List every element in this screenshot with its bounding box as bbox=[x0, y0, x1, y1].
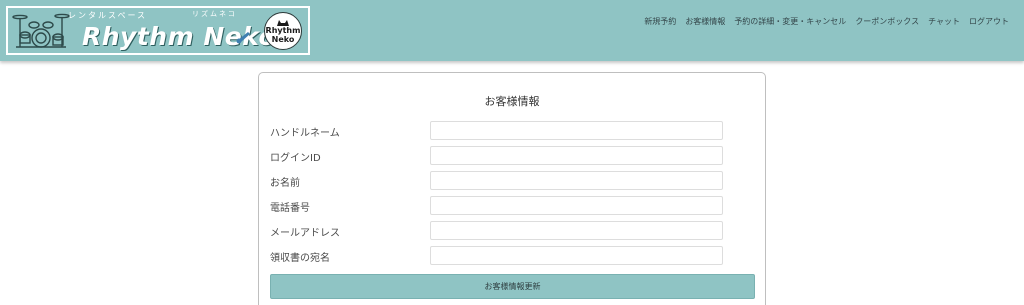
name-label: お名前 bbox=[270, 178, 300, 189]
phone-label: 電話番号 bbox=[270, 203, 310, 214]
site-header: レンタルスペース リズムネコ Rhythm Neko Rhythm Neko 新… bbox=[0, 0, 1024, 61]
logo-badge-line2: Neko bbox=[271, 35, 295, 44]
name-input[interactable] bbox=[430, 171, 723, 190]
nav-customer-info[interactable]: お客様情報 bbox=[685, 16, 725, 27]
logo-badge-line1: Rhythm bbox=[265, 26, 301, 35]
drum-kit-icon bbox=[12, 13, 70, 48]
login-id-input[interactable] bbox=[430, 146, 723, 165]
email-input[interactable] bbox=[430, 221, 723, 240]
logo-ruby: リズムネコ bbox=[192, 10, 237, 18]
nav-reservation-details[interactable]: 予約の詳細・変更・キャンセル bbox=[734, 16, 846, 27]
nav-logout[interactable]: ログアウト bbox=[969, 16, 1009, 27]
main-nav: 新規予約 お客様情報 予約の詳細・変更・キャンセル クーポンボックス チャット … bbox=[644, 16, 1009, 27]
receipt-name-label: 領収書の宛名 bbox=[270, 253, 330, 264]
login-id-label: ログインID bbox=[270, 153, 321, 164]
nav-new-reservation[interactable]: 新規予約 bbox=[644, 16, 676, 27]
email-label: メールアドレス bbox=[270, 228, 340, 239]
phone-input[interactable] bbox=[430, 196, 723, 215]
customer-info-card: お客様情報 ハンドルネーム ログインID お名前 電話番号 メールアドレス 領収… bbox=[258, 72, 766, 305]
page-title: お客様情報 bbox=[484, 95, 540, 108]
update-customer-info-button[interactable]: お客様情報更新 bbox=[270, 274, 755, 299]
receipt-name-input[interactable] bbox=[430, 246, 723, 265]
handle-name-input[interactable] bbox=[430, 121, 723, 140]
cat-drummer-icon bbox=[277, 20, 289, 26]
logo-badge: Rhythm Neko bbox=[264, 12, 302, 50]
site-logo[interactable]: レンタルスペース リズムネコ Rhythm Neko Rhythm Neko bbox=[6, 6, 310, 55]
logo-tagline: レンタルスペース bbox=[68, 11, 148, 20]
handle-name-label: ハンドルネーム bbox=[270, 128, 340, 139]
nav-coupon-box[interactable]: クーポンボックス bbox=[855, 16, 919, 27]
music-note-icon bbox=[236, 32, 250, 44]
nav-chat[interactable]: チャット bbox=[928, 16, 960, 27]
